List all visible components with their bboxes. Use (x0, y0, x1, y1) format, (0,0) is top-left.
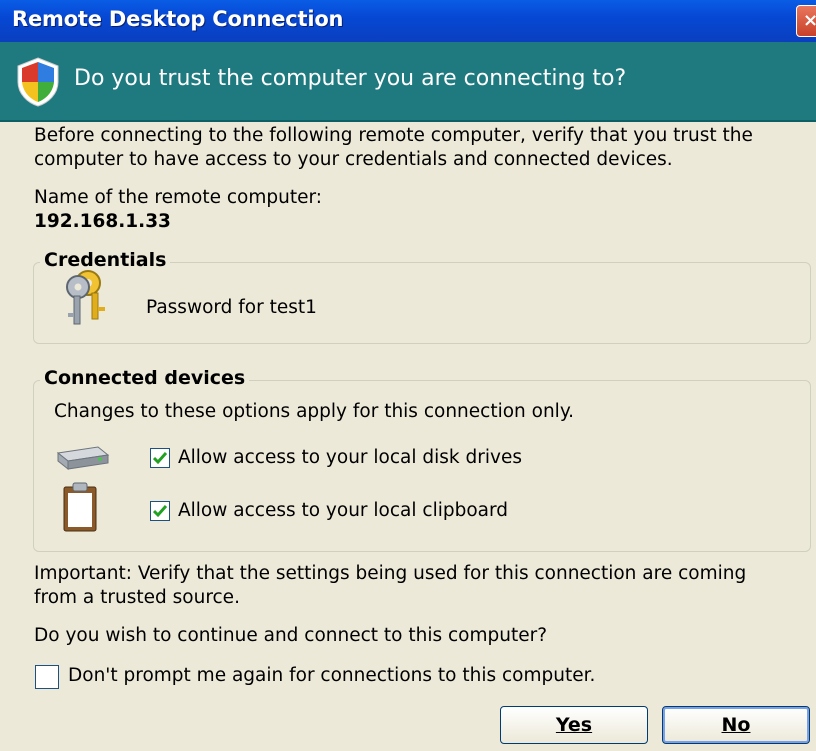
no-button-label: No (721, 714, 751, 736)
remote-computer-label: Name of the remote computer: (34, 187, 322, 208)
devices-note: Changes to these options apply for this … (54, 401, 575, 422)
warning-banner: Do you trust the computer you are connec… (0, 42, 816, 122)
checkmark-icon (153, 452, 167, 465)
clipboard-checkbox[interactable] (150, 501, 170, 521)
important-line-1: Important: Verify that the settings bein… (34, 563, 747, 584)
no-button[interactable]: No (662, 706, 810, 744)
title-bar: Remote Desktop Connection × (0, 0, 816, 42)
clipboard-label[interactable]: Allow access to your local clipboard (178, 500, 508, 521)
window-title: Remote Desktop Connection (12, 7, 344, 31)
credentials-legend: Credentials (40, 249, 171, 271)
intro-line-2: computer to have access to your credenti… (34, 149, 673, 170)
checkmark-icon (153, 505, 167, 518)
disk-drives-label[interactable]: Allow access to your local disk drives (178, 447, 522, 468)
banner-heading: Do you trust the computer you are connec… (74, 66, 627, 91)
disk-drive-icon (56, 446, 110, 471)
dont-prompt-checkbox[interactable] (35, 665, 59, 689)
clipboard-icon (63, 482, 97, 532)
intro-line-1: Before connecting to the following remot… (34, 125, 753, 146)
continue-question: Do you wish to continue and connect to t… (34, 625, 548, 646)
security-shield-icon (17, 57, 59, 107)
close-button[interactable]: × (796, 5, 816, 37)
remote-computer-value: 192.168.1.33 (34, 211, 171, 232)
yes-button[interactable]: Yes (500, 706, 648, 744)
credentials-group: Credentials Password for test1 (33, 249, 811, 344)
dont-prompt-label[interactable]: Don't prompt me again for connections to… (68, 665, 595, 686)
yes-button-label: Yes (555, 714, 593, 736)
keys-icon (66, 270, 105, 325)
important-line-2: from a trusted source. (34, 587, 240, 608)
connected-devices-legend: Connected devices (40, 367, 250, 389)
disk-drives-checkbox[interactable] (150, 448, 170, 468)
credentials-text: Password for test1 (146, 297, 317, 318)
connected-devices-group: Connected devices Changes to these optio… (33, 367, 811, 552)
close-icon: × (803, 10, 816, 31)
